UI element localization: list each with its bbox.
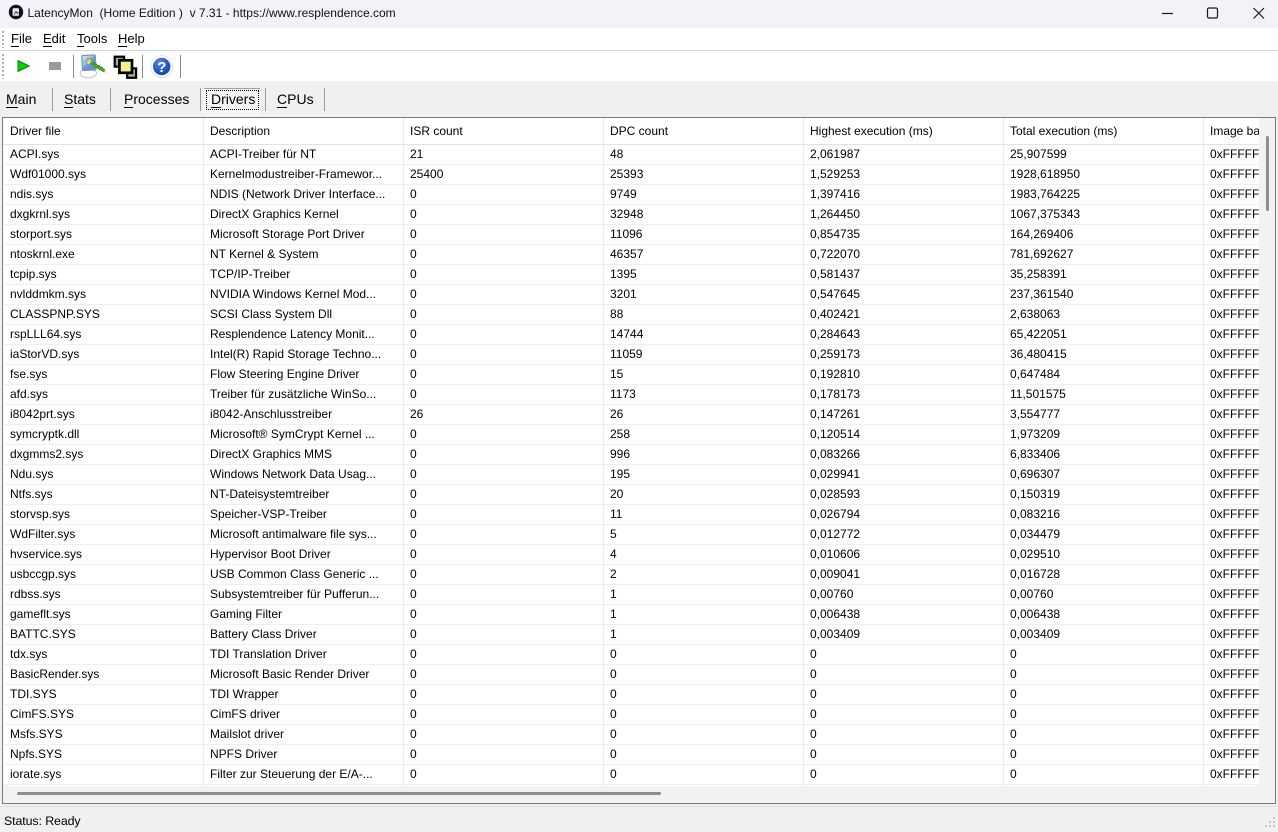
svg-text:?: ? [157, 59, 166, 76]
